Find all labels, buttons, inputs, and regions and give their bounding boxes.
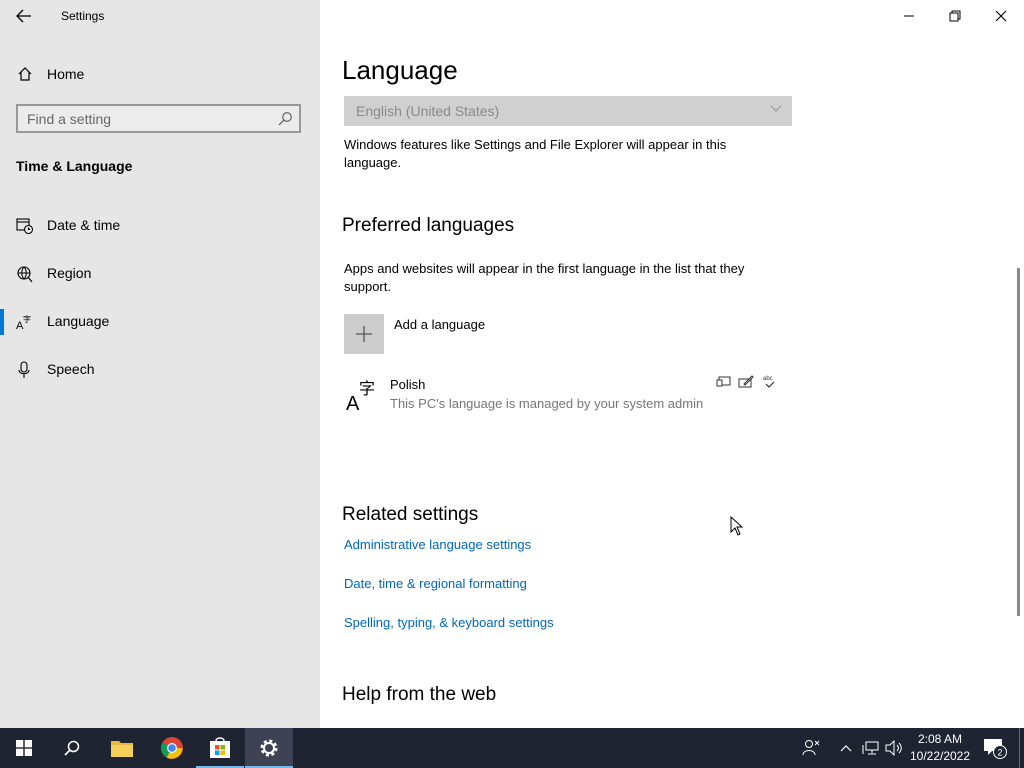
start-button[interactable] xyxy=(0,728,48,768)
search-icon[interactable] xyxy=(277,111,293,127)
page-title: Language xyxy=(342,55,458,85)
svg-text:字: 字 xyxy=(23,314,31,324)
sidebar-item-date-time[interactable]: Date & time xyxy=(0,207,320,243)
active-indicator xyxy=(0,309,4,335)
svg-text:字: 字 xyxy=(359,379,375,398)
scrollbar[interactable] xyxy=(1017,268,1020,616)
add-icon-tile xyxy=(344,314,384,354)
home-nav-item[interactable]: Home xyxy=(0,60,320,88)
restore-icon xyxy=(949,10,961,22)
show-hidden-icons-button[interactable] xyxy=(836,728,856,768)
settings-taskbar-button[interactable] xyxy=(245,728,293,768)
add-language-button[interactable]: Add a language xyxy=(344,314,644,354)
calendar-clock-icon xyxy=(16,218,34,235)
store-icon xyxy=(210,737,230,758)
people-icon xyxy=(802,740,820,756)
sidebar-item-label: Speech xyxy=(47,361,95,377)
search-box[interactable] xyxy=(16,104,301,133)
back-arrow-icon xyxy=(16,9,31,23)
mouse-cursor-icon xyxy=(730,516,744,536)
chrome-button[interactable] xyxy=(148,728,196,768)
section-label: Time & Language xyxy=(16,158,133,174)
back-button[interactable] xyxy=(10,4,38,28)
windows-logo-icon xyxy=(16,740,32,756)
file-explorer-button[interactable] xyxy=(98,728,146,768)
administrative-language-settings-link[interactable]: Administrative language settings xyxy=(344,537,531,552)
display-language-dropdown[interactable]: English (United States) xyxy=(344,96,792,126)
show-desktop-divider[interactable] xyxy=(1019,728,1020,768)
chevron-down-icon xyxy=(770,105,782,112)
home-icon xyxy=(18,67,32,81)
volume-button[interactable] xyxy=(883,728,905,768)
network-icon xyxy=(862,741,879,755)
svg-text:abc: abc xyxy=(763,376,773,382)
spellcheck-feature-icon: abc xyxy=(763,376,775,388)
network-button[interactable] xyxy=(860,728,882,768)
restore-button[interactable] xyxy=(932,0,978,32)
action-center-button[interactable]: 2 xyxy=(980,728,1010,768)
clock-time: 2:08 AM xyxy=(917,732,963,746)
svg-text:A: A xyxy=(346,393,360,412)
sidebar-item-speech[interactable]: Speech xyxy=(0,351,320,387)
language-list-item[interactable]: A字 Polish This PC's language is managed … xyxy=(344,374,792,418)
clock-date: 10/22/2022 xyxy=(909,749,971,763)
display-language-feature-icon xyxy=(716,376,731,387)
search-input[interactable] xyxy=(27,110,267,128)
close-button[interactable] xyxy=(978,0,1024,32)
taskbar: 2:08 AM 10/22/2022 2 xyxy=(0,728,1024,768)
language-admin-note: This PC's language is managed by your sy… xyxy=(390,396,704,411)
sidebar-item-label: Date & time xyxy=(47,217,121,233)
preferred-languages-description: Apps and websites will appear in the fir… xyxy=(344,261,745,294)
notification-icon: 2 xyxy=(984,739,1007,759)
app-title: Settings xyxy=(61,9,105,23)
language-icon: A字 xyxy=(346,379,375,412)
date-time-regional-formatting-link[interactable]: Date, time & regional formatting xyxy=(344,576,527,591)
language-icon: A字 xyxy=(16,314,31,331)
notification-count: 2 xyxy=(997,748,1002,758)
language-name: Polish xyxy=(390,377,426,392)
close-icon xyxy=(995,10,1007,22)
preferred-languages-heading: Preferred languages xyxy=(342,215,515,236)
store-button[interactable] xyxy=(196,728,244,768)
minimize-button[interactable] xyxy=(886,0,932,32)
handwriting-feature-icon xyxy=(738,375,754,388)
plus-icon xyxy=(356,326,372,342)
globe-icon xyxy=(17,266,33,283)
search-icon xyxy=(64,740,80,756)
chrome-icon xyxy=(161,737,183,759)
volume-icon xyxy=(885,740,902,756)
microphone-icon xyxy=(18,361,30,378)
sidebar: Settings Home Time & Language Date & tim… xyxy=(0,0,320,728)
sidebar-item-label: Region xyxy=(47,265,92,281)
chevron-up-icon xyxy=(840,745,852,752)
add-language-label: Add a language xyxy=(394,317,486,332)
sidebar-item-label: Language xyxy=(47,313,110,329)
home-label: Home xyxy=(47,66,85,82)
display-language-value: English (United States) xyxy=(356,103,500,119)
folder-icon xyxy=(111,741,133,757)
help-from-web-heading: Help from the web xyxy=(342,684,497,705)
minimize-icon xyxy=(904,15,914,17)
spelling-typing-keyboard-settings-link[interactable]: Spelling, typing, & keyboard settings xyxy=(344,615,554,630)
people-button[interactable] xyxy=(798,728,824,768)
taskbar-clock[interactable]: 2:08 AM 10/22/2022 xyxy=(906,731,974,765)
sidebar-item-region[interactable]: Region xyxy=(0,255,320,291)
gear-icon xyxy=(260,739,278,757)
content-pane: Language English (United States) Windows… xyxy=(320,0,1024,728)
related-settings-heading: Related settings xyxy=(342,504,479,525)
taskbar-search-button[interactable] xyxy=(48,728,96,768)
display-language-description: Windows features like Settings and File … xyxy=(344,137,727,170)
sidebar-item-language[interactable]: A字 Language xyxy=(0,303,320,339)
